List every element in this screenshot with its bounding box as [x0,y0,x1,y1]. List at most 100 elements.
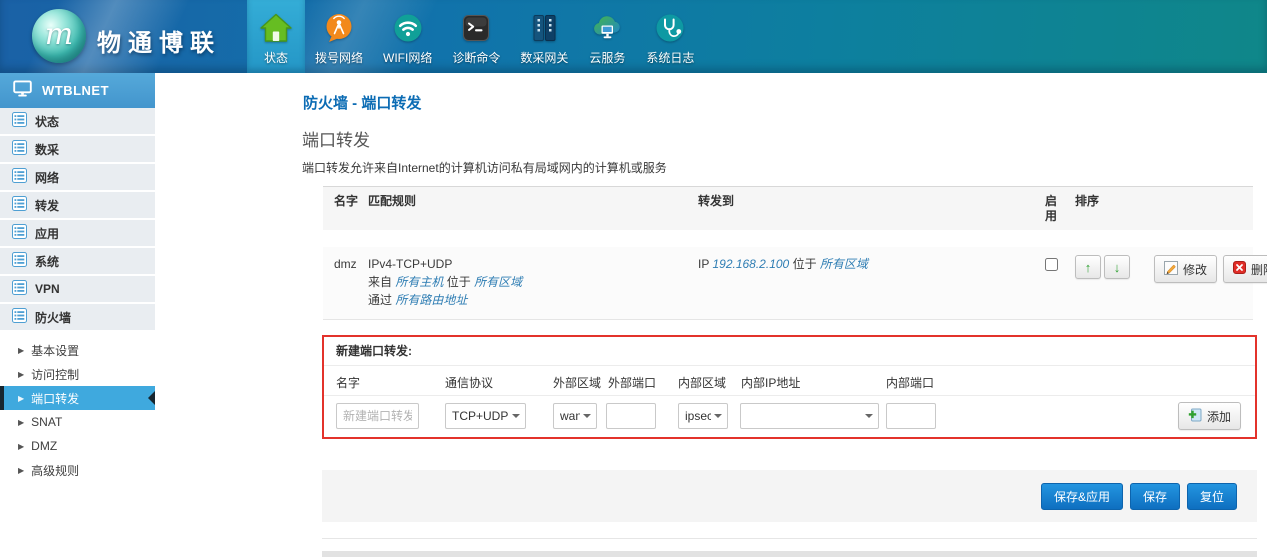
sort-up-button[interactable]: ↑ [1075,255,1101,279]
label-internal-port: 内部端口 [886,374,934,391]
internal-ip-select[interactable] [740,403,879,429]
arrow-down-icon: ↓ [1114,260,1121,275]
new-forward-labels-row: 名字 通信协议 外部区域 外部端口 内部区域 内部IP地址 内部端口 [324,366,1255,396]
rule-name: dmz [323,255,368,273]
table-header-row: 名字 匹配规则 转发到 启用 排序 [323,186,1253,230]
top-tab-wifi-network[interactable]: WIFI网络 [373,0,442,73]
top-tab-diagnostics[interactable]: 诊断命令 [442,0,510,73]
save-apply-button[interactable]: 保存&应用 [1041,483,1123,510]
top-tab-status[interactable]: 状态 [247,0,305,73]
top-tab-cloud-service[interactable]: 云服务 [578,0,636,73]
triangle-bullet-icon: ▶ [18,466,24,475]
sidebar-subitem-label: 端口转发 [31,390,79,407]
ip-zone-link[interactable]: 所有区域 [820,257,868,271]
edit-button[interactable]: 修改 [1154,255,1217,283]
list-icon [12,252,27,270]
protocol-select-wrap: TCP+UDP [445,403,526,429]
sidebar-item-system[interactable]: 系统 [0,248,155,274]
top-tab-label: 数采网关 [520,49,568,66]
list-icon [12,224,27,242]
column-header-forward-to: 转发到 [698,194,1045,224]
sidebar-item-label: 状态 [35,113,59,130]
new-port-forward-section: 新建端口转发: 名字 通信协议 外部区域 外部端口 内部区域 内部IP地址 内部… [322,335,1257,439]
sidebar-subitem-port-forwarding[interactable]: ▶ 端口转发 [0,386,155,410]
sidebar-item-label: VPN [35,282,60,296]
label-external-port: 外部端口 [608,374,656,391]
ip-label: IP [698,257,709,271]
from-host-link[interactable]: 所有主机 [395,275,443,289]
top-tab-label: 云服务 [589,49,625,66]
sidebar-item-label: 系统 [35,253,59,270]
at-label: 位于 [447,275,471,289]
top-nav: 状态 拨号网络 WIFI网络 诊断命令 数采网关 [247,0,704,73]
top-tab-label: 拨号网络 [315,49,363,66]
main-content: 防火墙 - 端口转发 端口转发 端口转发允许来自Internet的计算机访问私有… [155,73,1267,558]
list-icon [12,280,27,298]
sort-down-button[interactable]: ↓ [1104,255,1130,279]
sidebar-subitem-dmz[interactable]: ▶ DMZ [0,434,155,458]
enable-checkbox[interactable] [1045,258,1058,271]
top-tab-label: WIFI网络 [383,49,432,66]
name-input[interactable] [336,403,419,429]
rule-match: IPv4-TCP+UDP 来自 所有主机 位于 所有区域 通过 所有路由地址 [368,255,698,309]
ip-value[interactable]: 192.168.2.100 [712,257,789,271]
save-button[interactable]: 保存 [1130,483,1180,510]
new-forward-fields-row: TCP+UDP wan ipsec 添加 [324,396,1255,436]
internal-zone-select[interactable]: ipsec [678,403,728,429]
brand-name: 物通博联 [97,23,221,58]
port-forward-table: 名字 匹配规则 转发到 启用 排序 dmz IPv4-TCP+UDP 来自 所有… [323,186,1253,320]
reset-button[interactable]: 复位 [1187,483,1237,510]
sidebar-subitem-label: DMZ [31,439,57,453]
via-route-link[interactable]: 所有路由地址 [395,293,467,307]
triangle-bullet-icon: ▶ [18,442,24,451]
sidebar-item-status[interactable]: 状态 [0,108,155,134]
external-zone-select[interactable]: wan [553,403,597,429]
top-tab-system-log[interactable]: 系统日志 [636,0,704,73]
delete-button[interactable]: 删除 [1223,255,1267,283]
sidebar-item-forwarding[interactable]: 转发 [0,192,155,218]
external-port-input[interactable] [606,403,656,429]
top-tab-data-gateway[interactable]: 数采网关 [510,0,578,73]
top-tab-dial-network[interactable]: 拨号网络 [305,0,373,73]
triangle-bullet-icon: ▶ [18,394,24,403]
label-name: 名字 [336,374,360,391]
section-description: 端口转发允许来自Internet的计算机访问私有局域网内的计算机或服务 [302,159,667,176]
rule-actions-cell: ↑ ↓ 修改 删除 [1067,255,1267,283]
internal-port-input[interactable] [886,403,936,429]
top-bar: m 物通博联 状态 拨号网络 WIFI网络 诊断命令 [0,0,1267,73]
edit-button-label: 修改 [1183,261,1207,278]
top-tab-label: 诊断命令 [452,49,500,66]
protocol-select[interactable]: TCP+UDP [445,403,526,429]
sidebar-subitem-snat[interactable]: ▶ SNAT [0,410,155,434]
sidebar-item-vpn[interactable]: VPN [0,276,155,302]
internal-ip-select-wrap [740,403,879,429]
sidebar-subitem-advanced-rules[interactable]: ▶ 高级规则 [0,458,155,482]
delete-button-label: 删除 [1251,261,1267,278]
action-bar: 保存&应用 保存 复位 [322,470,1257,522]
sidebar-header: WTBLNET [0,73,155,108]
rule-proto: IPv4-TCP+UDP [368,255,698,273]
add-button[interactable]: 添加 [1178,402,1241,430]
sidebar-item-apps[interactable]: 应用 [0,220,155,246]
external-zone-select-wrap: wan [553,403,597,429]
delete-icon [1233,261,1246,277]
add-icon [1188,408,1202,425]
internal-zone-select-wrap: ipsec [678,403,728,429]
label-protocol: 通信协议 [445,374,493,391]
sidebar-subitem-access-control[interactable]: ▶ 访问控制 [0,362,155,386]
page-title: 防火墙 - 端口转发 [303,92,421,113]
column-header-name: 名字 [323,194,368,224]
separator-line [322,538,1257,539]
sidebar-item-label: 防火墙 [35,309,71,326]
sidebar-item-data-collect[interactable]: 数采 [0,136,155,162]
sidebar-item-firewall[interactable]: 防火墙 [0,304,155,330]
list-icon [12,112,27,130]
wifi-icon [391,11,425,45]
label-internal-zone: 内部区域 [678,374,726,391]
from-zone-link[interactable]: 所有区域 [474,275,522,289]
sidebar-item-network[interactable]: 网络 [0,164,155,190]
footer-strip [322,551,1257,557]
list-icon [12,196,27,214]
label-internal-ip: 内部IP地址 [741,374,800,391]
sidebar-subitem-basic-settings[interactable]: ▶ 基本设置 [0,338,155,362]
